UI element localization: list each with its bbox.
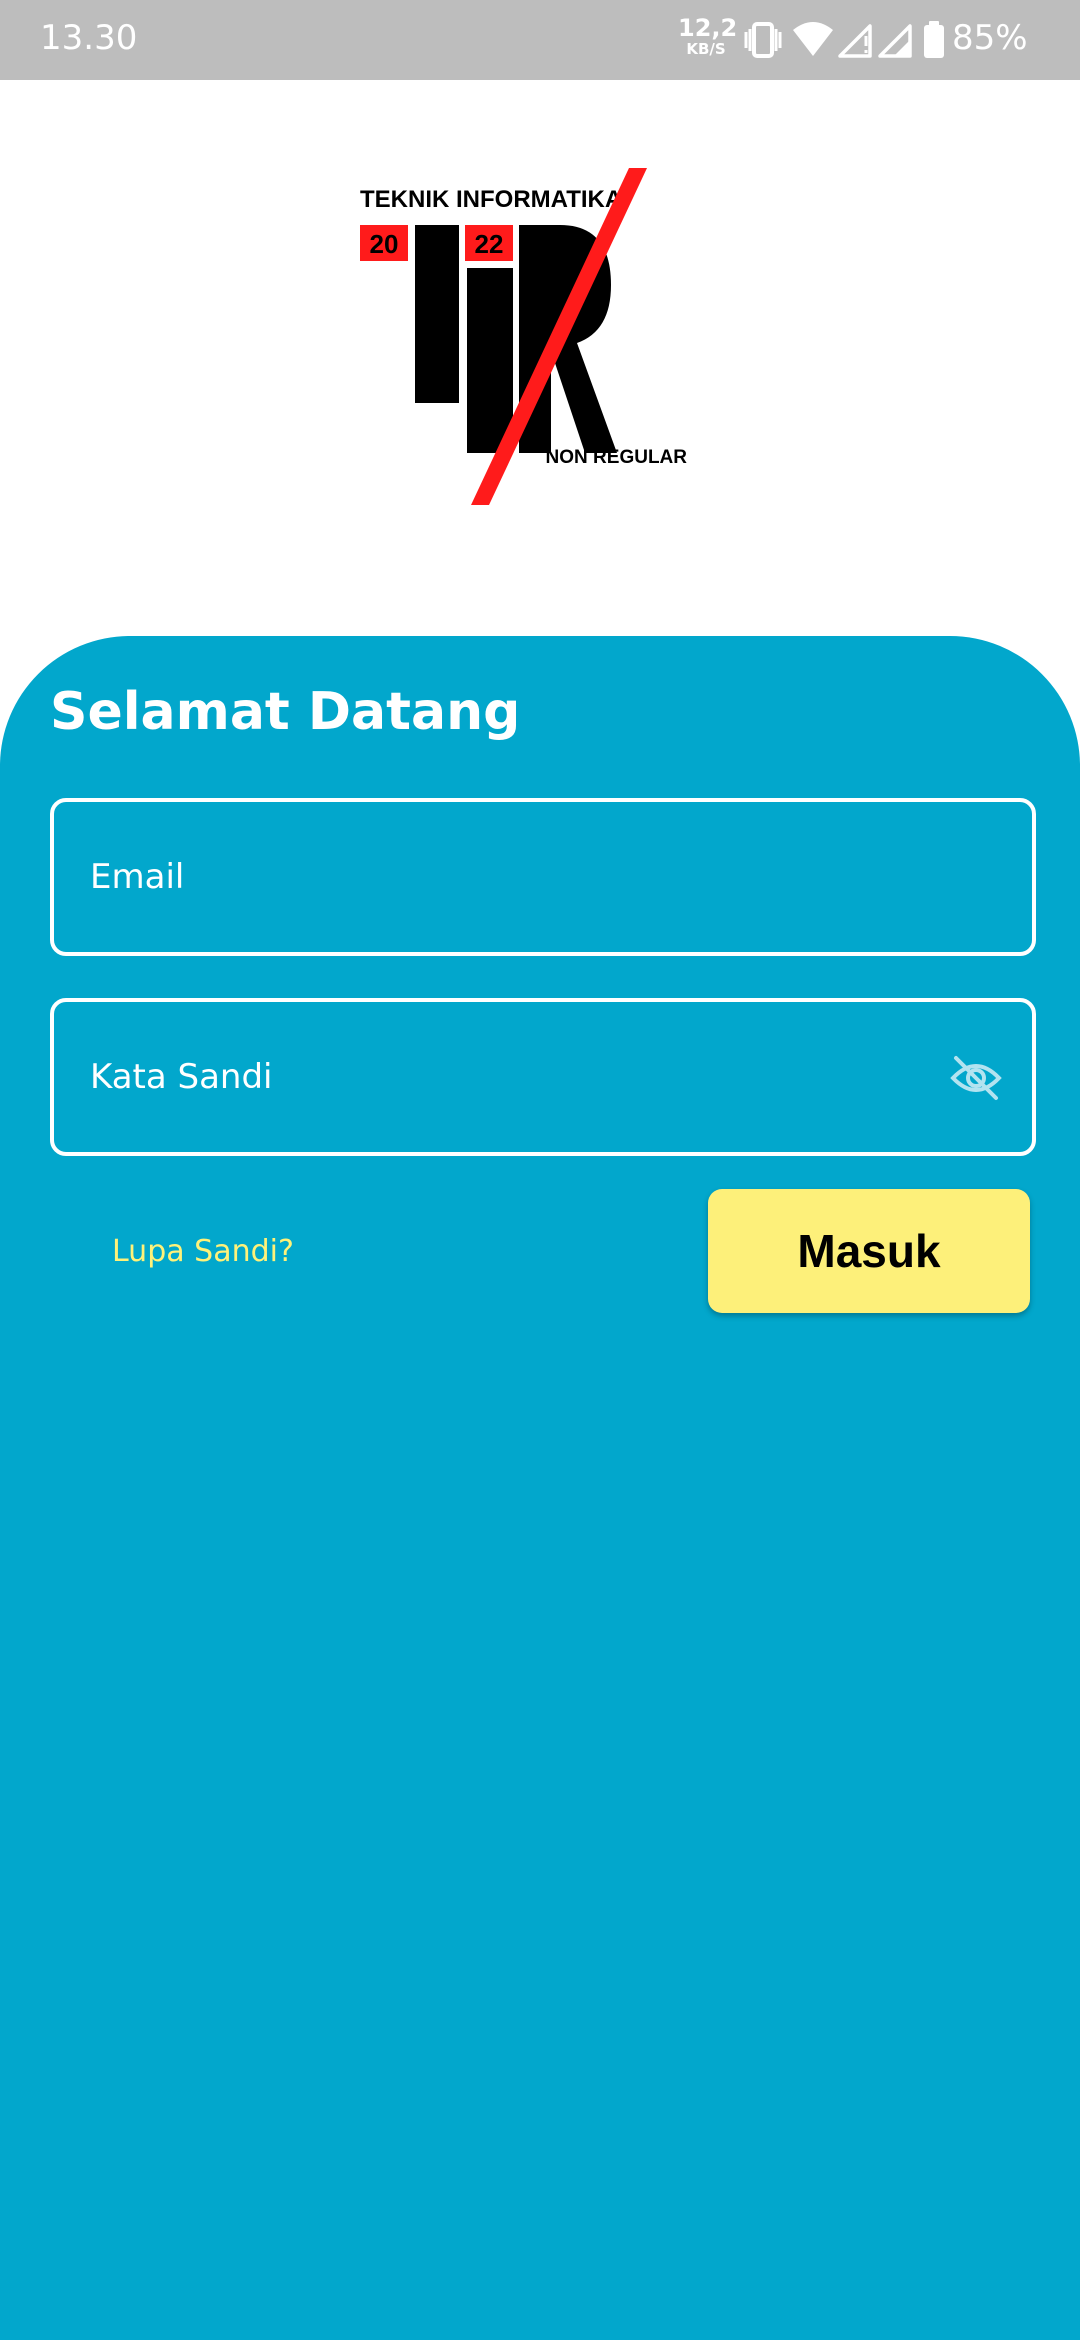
login-panel: Selamat Datang Lupa Sandi? Masuk xyxy=(0,636,1080,2340)
network-speed: 12,2 KB/S xyxy=(678,14,738,58)
password-input[interactable] xyxy=(90,1002,950,1152)
logo-title-text: TEKNIK INFORMATIKA xyxy=(360,186,622,213)
status-bar: 13.30 12,2 KB/S 85% xyxy=(0,0,1080,80)
logo-year-left: 20 xyxy=(370,229,399,259)
wifi-icon xyxy=(793,22,833,56)
logo-bar-tall xyxy=(467,268,513,453)
logo-subtitle-text: NON REGULAR xyxy=(546,447,688,468)
login-button[interactable]: Masuk xyxy=(708,1189,1030,1313)
logo-year-right: 22 xyxy=(475,229,504,259)
network-speed-value: 12,2 xyxy=(678,14,738,42)
email-input[interactable] xyxy=(90,802,950,952)
vibrate-icon xyxy=(744,22,782,58)
signal-icon xyxy=(878,24,912,58)
app-logo: TEKNIK INFORMATIKA 20 22 NON REGULAR xyxy=(360,168,688,505)
password-field[interactable] xyxy=(50,998,1036,1156)
status-time: 13.30 xyxy=(40,18,138,58)
email-field[interactable] xyxy=(50,798,1036,956)
welcome-title: Selamat Datang xyxy=(50,682,521,742)
eye-off-icon[interactable] xyxy=(950,1054,1002,1102)
signal-icon xyxy=(838,24,872,58)
battery-percentage: 85% xyxy=(952,18,1028,58)
forgot-password-link[interactable]: Lupa Sandi? xyxy=(112,1234,294,1269)
logo-bar-short xyxy=(415,225,459,403)
battery-icon xyxy=(924,21,944,58)
network-speed-unit: KB/S xyxy=(686,40,726,58)
